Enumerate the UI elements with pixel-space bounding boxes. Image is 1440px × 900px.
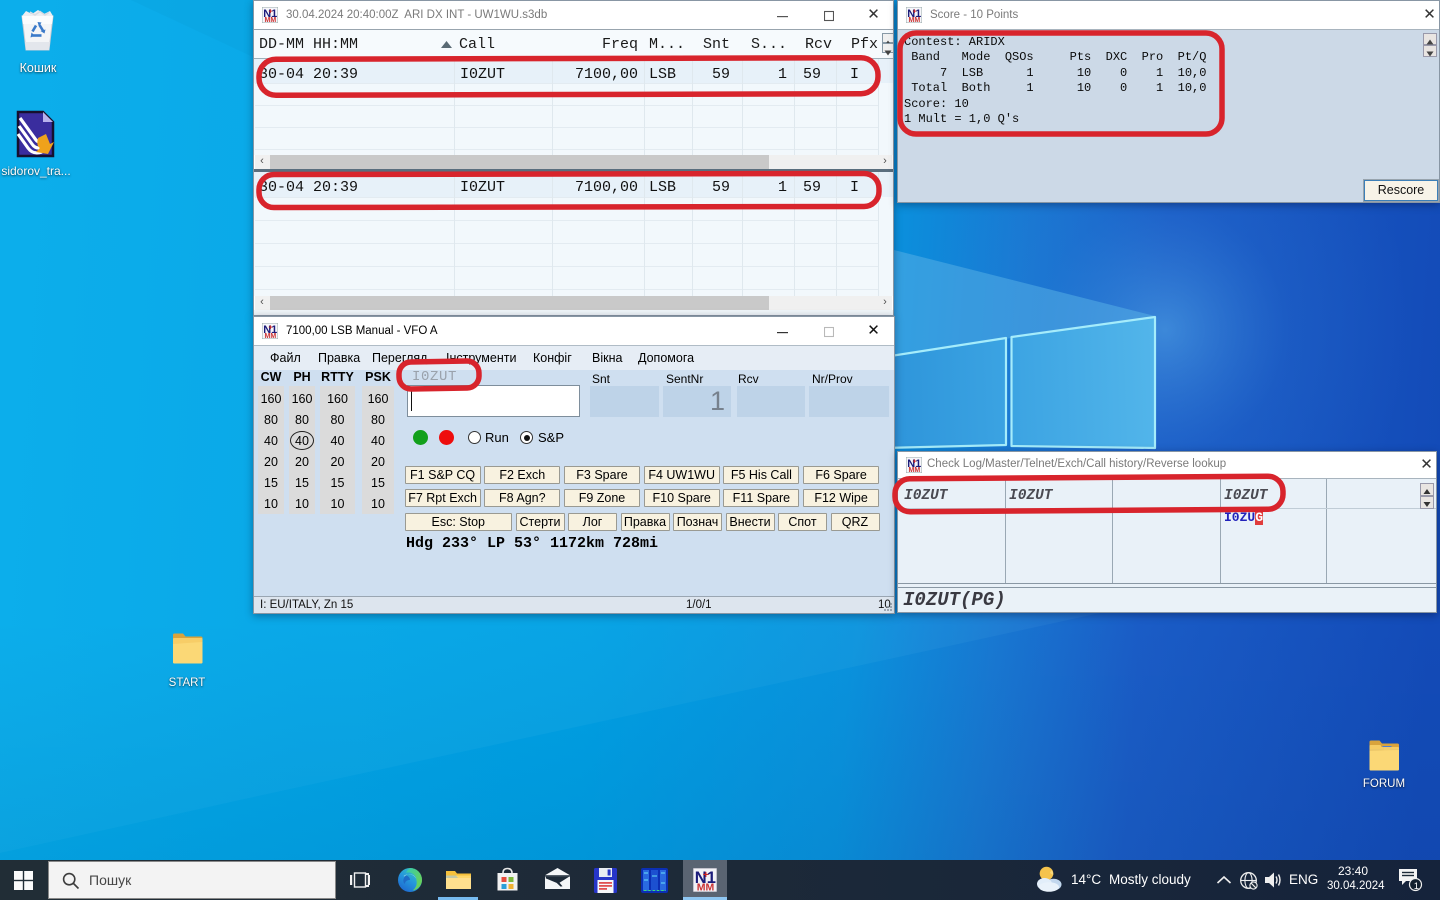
svg-text:+: +: [913, 9, 917, 16]
svg-text:+: +: [913, 459, 917, 466]
svg-text:MM: MM: [909, 17, 921, 23]
svg-text:MM: MM: [909, 467, 921, 473]
svg-text:MM: MM: [265, 17, 277, 23]
svg-text:+: +: [269, 9, 273, 16]
svg-text:1: 1: [1414, 881, 1419, 892]
svg-text:MM: MM: [265, 333, 277, 339]
svg-text:+: +: [269, 325, 273, 332]
svg-text:MM: MM: [697, 882, 715, 893]
svg-text:+: +: [703, 869, 709, 881]
